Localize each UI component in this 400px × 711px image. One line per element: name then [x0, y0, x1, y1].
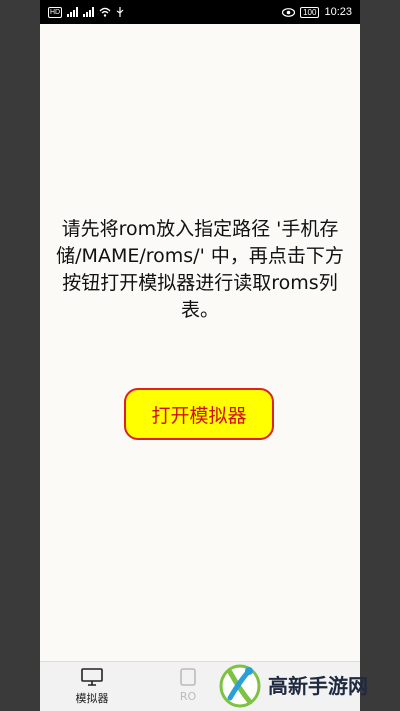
nav-item-label: RO — [179, 690, 197, 703]
signal-icon — [67, 7, 79, 17]
eye-icon — [282, 7, 296, 17]
status-left: HD — [48, 6, 124, 18]
watermark: 高新手游网 — [218, 658, 368, 711]
usb-icon — [116, 6, 124, 17]
status-time: 10:23 — [324, 6, 352, 18]
signal-icon-2 — [83, 7, 95, 17]
watermark-text: 高新手游网 — [268, 674, 368, 698]
screen-frame: HD 100 10:23 请先将rom放入指定路径 '手机存储/MAME/rom… — [0, 0, 400, 711]
nav-item-emulator[interactable]: 模拟器 — [52, 668, 132, 706]
app-screen: HD 100 10:23 请先将rom放入指定路径 '手机存储/MAME/rom… — [40, 0, 360, 711]
nav-item-roms[interactable]: RO — [148, 668, 228, 703]
monitor-icon — [81, 668, 103, 686]
battery-indicator: 100 — [300, 6, 320, 18]
nav-item-label: 模拟器 — [75, 692, 109, 705]
status-right: 100 10:23 — [282, 6, 352, 18]
status-bar: HD 100 10:23 — [40, 0, 360, 24]
open-emulator-button[interactable]: 打开模拟器 — [124, 388, 274, 440]
watermark-logo-icon — [219, 664, 261, 707]
rom-icon — [180, 668, 196, 686]
hd-badge: HD — [48, 6, 63, 18]
instruction-text: 请先将rom放入指定路径 '手机存储/MAME/roms/' 中，再点击下方按钮… — [56, 218, 344, 321]
wifi-icon — [99, 7, 111, 17]
